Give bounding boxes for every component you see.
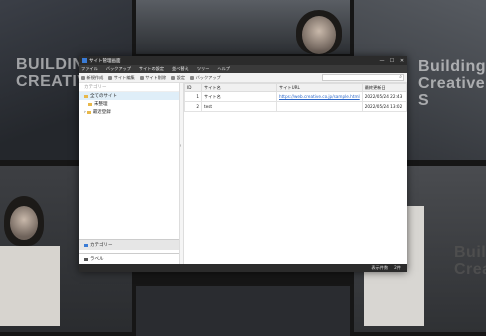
status-count: 2件 — [394, 265, 401, 270]
table-row[interactable]: 2 test 2022/05/24 13:02 — [184, 101, 408, 112]
window-title: サイト管理画面 — [89, 58, 121, 64]
menu-sort[interactable]: 並べ替え — [172, 66, 189, 72]
search-icon: ⌕ — [399, 74, 402, 80]
tree-item-all-sites[interactable]: 全てのサイト — [79, 92, 179, 100]
splitter-handle[interactable]: ⁞ — [180, 83, 184, 264]
backup-button[interactable]: バックアップ — [190, 75, 221, 81]
title-bar: サイト管理画面 — ☐ ✕ — [79, 56, 407, 65]
col-header-url[interactable]: サイトURL — [276, 83, 363, 92]
col-header-date[interactable]: 最終更新日 — [361, 83, 408, 92]
col-header-name[interactable]: サイト名 — [201, 83, 277, 92]
tree-item-recent[interactable]: › 最近登録 — [79, 108, 179, 116]
main-body: カテゴリー 全てのサイト 未整理 › 最近登録 カテゴリー ラベル ⁞ ID サイ… — [79, 83, 408, 264]
bg-hero-br-text: Build Creat — [454, 244, 486, 278]
menu-backup[interactable]: バックアップ — [106, 66, 131, 72]
folder-icon — [86, 110, 91, 114]
app-window: サイト管理画面 — ☐ ✕ ファイル バックアップ サイトの設定 並べ替え ツリ… — [79, 56, 408, 272]
cell-date: 2022/05/24 22:43 — [361, 91, 408, 102]
site-table-panel: ID サイト名 サイトURL 最終更新日 1 サイト名 https://web.… — [184, 83, 408, 264]
delete-icon — [139, 75, 144, 80]
chevron-right-icon: › — [84, 109, 86, 115]
menu-help[interactable]: ヘルプ — [217, 66, 230, 72]
folder-icon — [84, 94, 88, 98]
tab-category[interactable]: カテゴリー — [79, 239, 179, 250]
category-header: カテゴリー — [79, 83, 179, 92]
cell-name: test — [201, 101, 277, 112]
new-button[interactable]: 新規作成 — [81, 75, 103, 81]
menu-site-settings[interactable]: サイトの設定 — [139, 66, 164, 72]
gear-icon — [171, 75, 176, 80]
cell-url-link[interactable]: https://web.creative.co.jp/sample.html — [276, 91, 363, 102]
app-icon — [82, 58, 87, 63]
delete-site-button[interactable]: サイト削除 — [139, 75, 166, 81]
cell-url-link[interactable] — [276, 101, 363, 112]
minimize-icon[interactable]: — — [377, 58, 387, 64]
category-icon — [84, 243, 88, 247]
cell-id: 2 — [184, 101, 202, 112]
label-icon — [84, 257, 88, 261]
close-icon[interactable]: ✕ — [397, 58, 407, 64]
edit-icon — [108, 75, 113, 80]
tree-item-unsorted[interactable]: 未整理 — [79, 100, 179, 108]
cell-date: 2022/05/24 13:02 — [361, 101, 408, 112]
tab-label[interactable]: ラベル — [79, 253, 179, 264]
maximize-icon[interactable]: ☐ — [387, 58, 397, 64]
cell-id: 1 — [184, 91, 202, 102]
splitter-grip-icon: ⁞ — [180, 143, 182, 148]
menu-file[interactable]: ファイル — [81, 66, 98, 72]
folder-icon — [88, 102, 92, 106]
col-header-id[interactable]: ID — [184, 83, 202, 92]
menu-tree[interactable]: ツリー — [197, 66, 210, 72]
cell-name: サイト名 — [201, 91, 277, 102]
status-bar: 表示件数 2件 — [79, 264, 407, 272]
backup-icon — [190, 75, 195, 80]
new-icon — [81, 75, 85, 80]
edit-site-button[interactable]: サイト編集 — [108, 75, 135, 81]
toolbar: 新規作成 サイト編集 サイト削除 設定 バックアップ ⌕ — [79, 73, 407, 83]
category-panel: カテゴリー 全てのサイト 未整理 › 最近登録 カテゴリー ラベル — [79, 83, 180, 264]
menu-bar: ファイル バックアップ サイトの設定 並べ替え ツリー ヘルプ — [79, 65, 407, 73]
table-header-row: ID サイト名 サイトURL 最終更新日 — [184, 83, 408, 92]
bg-tile-texture — [136, 286, 350, 336]
bg-tile-portrait — [136, 0, 350, 54]
bg-hero-right-text: Building Creative S — [418, 58, 486, 109]
site-table: ID サイト名 サイトURL 最終更新日 1 サイト名 https://web.… — [184, 83, 408, 112]
settings-button[interactable]: 設定 — [171, 75, 185, 81]
status-label: 表示件数 — [371, 265, 389, 270]
search-input[interactable]: ⌕ — [322, 74, 404, 81]
table-row[interactable]: 1 サイト名 https://web.creative.co.jp/sample… — [184, 91, 408, 102]
